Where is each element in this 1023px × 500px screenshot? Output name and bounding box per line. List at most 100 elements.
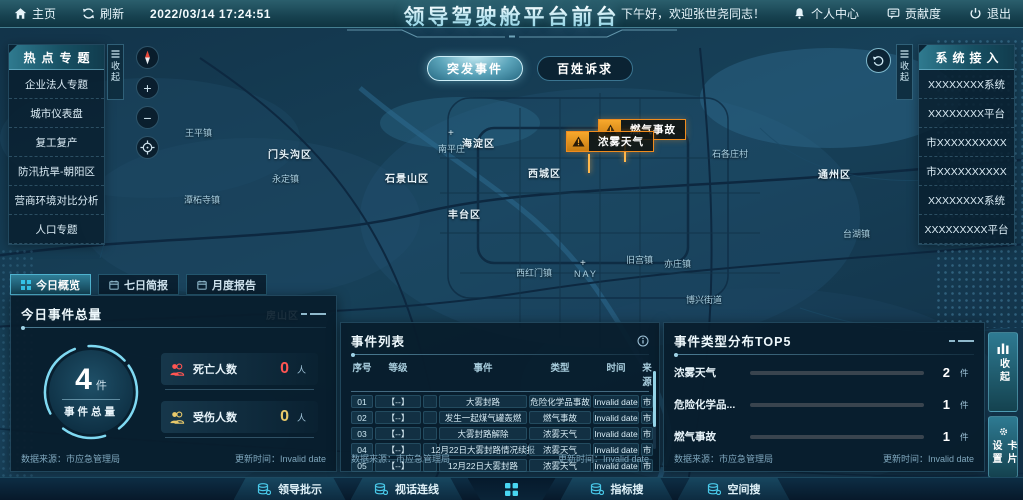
map-place-label: 南平庄 — [438, 142, 465, 155]
map-district-label: 海淀区 — [462, 135, 495, 150]
table-row[interactable]: 01 【--】 大雾封路 危险化学品事故 Invalid date 市 — [351, 395, 649, 408]
cell-no: 01 — [351, 395, 373, 408]
system-access-header[interactable]: 系统接入 — [919, 45, 1014, 70]
stat-label: 受伤人数 — [193, 409, 237, 425]
card-settings-button[interactable]: 卡片设置 — [988, 416, 1018, 478]
cell-chip — [423, 395, 437, 408]
system-access-item[interactable]: 市XXXXXXXXXX — [919, 157, 1014, 186]
table-row[interactable]: 03 【--】 大雾封路解除 浓雾天气 Invalid date 市 — [351, 427, 649, 440]
hot-topic-item[interactable]: 复工复产 — [9, 128, 104, 157]
map-district-label: 西城区 — [528, 165, 561, 180]
hot-topic-item[interactable]: 城市仪表盘 — [9, 99, 104, 128]
nav-video-connection[interactable]: 视话连线 — [351, 478, 463, 500]
hot-topic-item[interactable]: 企业法人专题 — [9, 70, 104, 99]
zoom-out-button[interactable]: − — [136, 106, 159, 129]
nav-home-grid-button[interactable] — [468, 478, 556, 500]
home-label: 主页 — [32, 5, 56, 22]
logout-button[interactable]: 退出 — [969, 5, 1011, 22]
contribution-button[interactable]: 贡献度 — [887, 5, 941, 22]
hot-topic-item[interactable]: 防汛抗旱-朝阳区 — [9, 157, 104, 186]
collapse-label: 收起 — [898, 61, 911, 83]
cell-event: 大雾封路 — [439, 395, 527, 408]
bell-icon — [793, 7, 806, 20]
database-icon — [707, 483, 721, 495]
hot-topic-item[interactable]: 人口专题 — [9, 215, 104, 244]
tab-monthly-report[interactable]: 月度报告 — [186, 274, 267, 295]
cell-level: 【--】 — [375, 411, 421, 424]
tab-label: 月度报告 — [212, 277, 256, 293]
system-access-item[interactable]: XXXXXXXX系统 — [919, 70, 1014, 99]
map-place-label: 永定镇 — [272, 172, 299, 185]
info-icon[interactable] — [637, 335, 649, 347]
stat-unit: 人 — [297, 411, 306, 424]
cell-source: 市 — [641, 411, 653, 424]
system-access-item[interactable]: XXXXXXXXX平台 — [919, 215, 1014, 244]
refresh-label: 刷新 — [100, 5, 124, 22]
bar-value: 2 — [934, 365, 950, 380]
cell-no: 03 — [351, 427, 373, 440]
chat-bubble-icon — [887, 7, 900, 20]
nav-leader-instructions[interactable]: 领导批示 — [234, 478, 346, 500]
system-access-item[interactable]: 市XXXXXXXXXX — [919, 128, 1014, 157]
card-title: 事件列表 — [351, 331, 405, 350]
map-place-label: 博兴街道 — [686, 293, 722, 306]
bar-track — [750, 403, 924, 407]
logout-label: 退出 — [987, 5, 1011, 22]
page-title: 领导驾驶舱平台前台 — [347, 1, 677, 31]
compass-icon[interactable] — [136, 46, 159, 69]
cell-event: 大雾封路解除 — [439, 427, 527, 440]
cards-collapse-button[interactable]: 收起 — [988, 332, 1018, 412]
locate-button[interactable] — [136, 136, 159, 159]
map-cross-marker: + — [580, 258, 586, 269]
cell-chip — [423, 411, 437, 424]
database-icon — [374, 483, 388, 495]
event-location-pin[interactable] — [588, 155, 600, 167]
map-place-label: 王平镇 — [185, 126, 212, 139]
hot-topics-header[interactable]: 热点专题 — [9, 45, 104, 70]
event-list-card: 事件列表 序号 等级 事件 类型 时间 来源 01 【--】 大雾封路 危险化学… — [340, 322, 660, 472]
zoom-in-button[interactable]: + — [136, 76, 159, 99]
emergency-events-button[interactable]: 突发事件 — [427, 56, 523, 81]
home-icon — [14, 7, 27, 20]
database-icon — [590, 483, 604, 495]
system-access-item[interactable]: XXXXXXXX系统 — [919, 186, 1014, 215]
map-marker-dense-fog[interactable]: 浓雾天气 — [566, 131, 654, 152]
map-reset-button[interactable] — [866, 48, 891, 73]
nav-label: 指标搜 — [611, 481, 644, 497]
citizen-appeals-button[interactable]: 百姓诉求 — [537, 56, 633, 81]
cell-type: 燃气事故 — [529, 411, 591, 424]
hot-topic-item[interactable]: 营商环境对比分析 — [9, 186, 104, 215]
cell-level: 【--】 — [375, 395, 421, 408]
cell-source: 市 — [641, 427, 653, 440]
total-label: 事件总量 — [64, 404, 118, 419]
refresh-button[interactable]: 刷新 — [82, 5, 124, 22]
table-row[interactable]: 02 【--】 发生一起煤气罐轰燃 燃气事故 Invalid date 市 — [351, 411, 649, 424]
table-scrollbar[interactable] — [653, 371, 656, 449]
deaths-stat-row: 死亡人数 0 人 — [161, 353, 318, 385]
total-unit: 件 — [96, 380, 107, 392]
today-events-card: 今日事件总量 4件 事件总量 死亡人数 0 人 — [10, 295, 337, 472]
divider — [21, 327, 326, 328]
stat-value: 0 — [280, 408, 289, 426]
nav-spatial-search[interactable]: 空间搜 — [678, 478, 790, 500]
personal-center-button[interactable]: 个人中心 — [793, 5, 859, 22]
home-button[interactable]: 主页 — [14, 5, 56, 22]
tab-label: 今日概览 — [36, 277, 80, 293]
personal-center-label: 个人中心 — [811, 5, 859, 22]
update-time: 更新时间：Invalid date — [235, 452, 326, 465]
tab-today-overview[interactable]: 今日概览 — [10, 274, 91, 295]
gear-icon — [997, 427, 1010, 436]
system-access-item[interactable]: XXXXXXXX平台 — [919, 99, 1014, 128]
system-access-collapse-button[interactable]: 收起 — [896, 44, 913, 100]
data-source: 数据来源：市应急管理局 — [674, 452, 773, 465]
calendar-icon — [109, 280, 119, 290]
hot-topics-collapse-button[interactable]: 收起 — [107, 44, 124, 100]
tab-seven-day-brief[interactable]: 七日简报 — [98, 274, 179, 295]
update-time: 更新时间：Invalid date — [558, 452, 649, 465]
calendar-icon — [197, 280, 207, 290]
map-place-label: 石各庄村 — [712, 147, 748, 160]
nav-indicator-search[interactable]: 指标搜 — [561, 478, 673, 500]
injured-stat-row: 受伤人数 0 人 — [161, 401, 318, 433]
database-icon — [257, 483, 271, 495]
stat-unit: 人 — [297, 363, 306, 376]
